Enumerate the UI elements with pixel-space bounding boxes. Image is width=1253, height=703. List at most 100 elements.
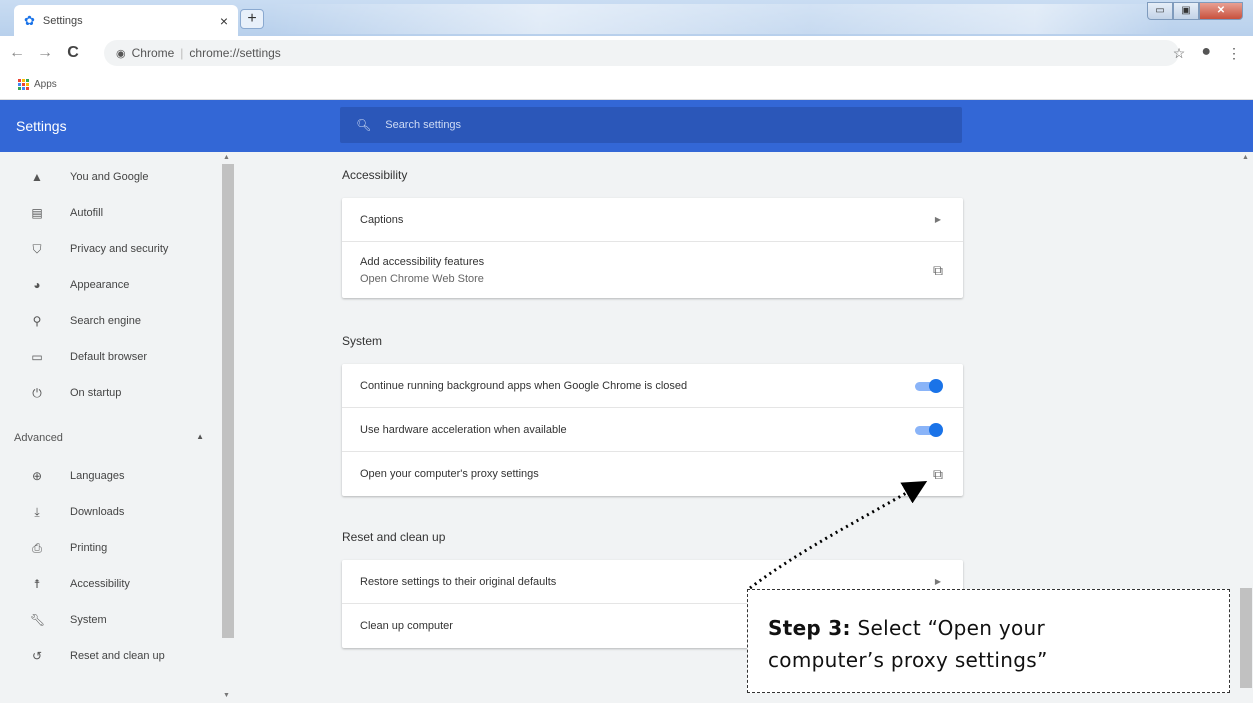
- sidebar-item-downloads[interactable]: ⤓ Downloads: [0, 497, 222, 527]
- sidebar-item-you-and-google[interactable]: ▲ You and Google: [0, 162, 222, 192]
- maximize-button[interactable]: ▣: [1173, 2, 1199, 20]
- section-title-system: System: [342, 334, 383, 348]
- sidebar-item-printing[interactable]: ⎙ Printing: [0, 533, 222, 563]
- step-text-line1: Select “Open your: [850, 616, 1046, 640]
- accessibility-card: Captions ▶ Add accessibility features Op…: [342, 198, 963, 298]
- sidebar-item-languages[interactable]: ⊕ Languages: [0, 461, 222, 491]
- main-scroll-thumb[interactable]: [1240, 588, 1252, 688]
- restore-defaults-label: Restore settings to their original defau…: [360, 575, 557, 588]
- address-bar[interactable]: ◉ Chrome | chrome://settings: [104, 40, 1179, 66]
- add-accessibility-features-row[interactable]: Add accessibility features Open Chrome W…: [342, 242, 963, 298]
- main-scrollbar[interactable]: ▲: [1239, 152, 1253, 703]
- tab-settings[interactable]: ✿ Settings ×: [14, 5, 238, 36]
- url-text: chrome://settings: [189, 46, 281, 60]
- background-apps-toggle[interactable]: [915, 378, 945, 393]
- sidebar-item-default-browser[interactable]: ▭ Default browser: [0, 342, 222, 372]
- add-features-text: Add accessibility features Open Chrome W…: [360, 256, 933, 285]
- power-icon: ⏻: [32, 385, 42, 400]
- step-callout: Step 3: Select “Open your computer’s pro…: [747, 589, 1230, 693]
- section-title-reset: Reset and clean up: [342, 530, 446, 544]
- sidebar-item-label: Autofill: [70, 207, 104, 219]
- address-separator: |: [180, 46, 184, 60]
- add-features-label: Add accessibility features: [360, 255, 485, 268]
- sidebar-item-label: On startup: [70, 387, 122, 399]
- sidebar-item-label: Printing: [70, 542, 108, 554]
- hardware-acceleration-row[interactable]: Use hardware acceleration when available: [342, 408, 963, 452]
- open-external-icon[interactable]: ⧉: [933, 466, 943, 483]
- system-card: Continue running background apps when Go…: [342, 364, 963, 496]
- search-placeholder: Search settings: [385, 119, 462, 131]
- add-features-sublabel: Open Chrome Web Store: [360, 272, 484, 285]
- sidebar-item-appearance[interactable]: ◕ Appearance: [0, 270, 222, 300]
- account-icon[interactable]: ●: [1201, 44, 1211, 62]
- person-icon: ▲: [31, 170, 43, 184]
- sidebar-item-search-engine[interactable]: ⚲ Search engine: [0, 306, 222, 336]
- chrome-icon: ◉: [116, 47, 126, 60]
- sidebar-scrollbar[interactable]: ▲ ▼: [221, 152, 235, 703]
- star-icon[interactable]: ☆: [1173, 45, 1186, 62]
- restore-icon: ↺: [31, 649, 43, 663]
- arrow-right-icon: ▶: [934, 215, 941, 224]
- sidebar-item-label: You and Google: [70, 171, 149, 183]
- new-tab-button[interactable]: +: [240, 9, 264, 29]
- close-window-button[interactable]: ✕: [1199, 2, 1243, 20]
- step-label: Step 3:: [768, 616, 851, 640]
- sidebar-item-label: Languages: [70, 470, 125, 482]
- toolbar-actions: ☆ ● ⋮: [1173, 44, 1241, 62]
- apps-icon[interactable]: [18, 79, 29, 90]
- open-external-icon: ⧉: [933, 261, 943, 278]
- sidebar-item-on-startup[interactable]: ⏻ On startup: [0, 378, 222, 408]
- clipboard-icon: ▤: [31, 206, 43, 220]
- search-icon: 🔍︎: [356, 118, 372, 132]
- advanced-toggle[interactable]: Advanced ▲: [14, 432, 204, 444]
- close-tab-icon[interactable]: ×: [220, 13, 228, 29]
- sidebar-item-accessibility[interactable]: ☨ Accessibility: [0, 569, 222, 599]
- sidebar-item-label: Default browser: [70, 351, 148, 363]
- shield-icon: ⛉: [32, 241, 42, 256]
- sidebar-item-autofill[interactable]: ▤ Autofill: [0, 198, 222, 228]
- site-chip: Chrome: [131, 46, 175, 60]
- step-text-line2: computer’s proxy settings”: [768, 648, 1048, 672]
- minimize-button[interactable]: ▭: [1147, 2, 1173, 20]
- hardware-acceleration-toggle[interactable]: [915, 422, 945, 437]
- sidebar-item-label: System: [70, 614, 107, 626]
- reload-icon[interactable]: C: [62, 44, 84, 62]
- palette-icon: ◕: [33, 278, 41, 292]
- download-icon: ⤓: [34, 504, 40, 519]
- title-bar: ✿ Settings × + ▭ ▣ ✕: [0, 0, 1253, 36]
- scroll-down-icon[interactable]: ▼: [223, 692, 230, 699]
- page-title: Settings: [16, 118, 67, 134]
- sidebar-item-system[interactable]: 🔧︎ System: [0, 605, 222, 635]
- tab-title: Settings: [42, 14, 83, 27]
- settings-header: Settings 🔍︎ Search settings: [0, 100, 1253, 152]
- sidebar-item-label: Downloads: [70, 506, 125, 518]
- browser-icon: ▭: [31, 350, 43, 364]
- search-settings-input[interactable]: 🔍︎ Search settings: [340, 107, 962, 143]
- forward-icon[interactable]: →: [34, 44, 56, 62]
- captions-row[interactable]: Captions ▶: [342, 198, 963, 242]
- sidebar-item-label: Reset and clean up: [70, 650, 165, 662]
- proxy-settings-label: Open your computer's proxy settings: [360, 468, 539, 480]
- gear-icon: ✿: [24, 12, 35, 28]
- sidebar-item-privacy[interactable]: ⛉ Privacy and security: [0, 234, 222, 264]
- apps-bookmark[interactable]: Apps: [34, 79, 57, 90]
- settings-sidebar: ▲ You and Google ▤ Autofill ⛉ Privacy an…: [0, 152, 222, 703]
- printer-icon: ⎙: [32, 540, 42, 555]
- sidebar-item-reset[interactable]: ↺ Reset and clean up: [0, 641, 222, 671]
- advanced-label: Advanced: [14, 432, 63, 444]
- background-apps-row[interactable]: Continue running background apps when Go…: [342, 364, 963, 408]
- back-icon[interactable]: ←: [6, 44, 28, 62]
- sidebar-item-label: Appearance: [70, 279, 130, 291]
- scroll-up-icon[interactable]: ▲: [223, 154, 230, 161]
- sidebar-item-label: Accessibility: [70, 578, 130, 590]
- more-vert-icon[interactable]: ⋮: [1227, 45, 1241, 62]
- sidebar-item-label: Search engine: [70, 315, 141, 327]
- browser-toolbar: ← → C ◉ Chrome | chrome://settings ☆ ● ⋮: [0, 36, 1253, 70]
- proxy-settings-row[interactable]: Open your computer's proxy settings ⧉: [342, 452, 963, 496]
- globe-icon: ⊕: [31, 469, 43, 483]
- arrow-right-icon: ▶: [934, 577, 941, 586]
- hardware-acceleration-label: Use hardware acceleration when available: [360, 423, 567, 436]
- scroll-up-icon[interactable]: ▲: [1242, 154, 1249, 161]
- sidebar-scroll-thumb[interactable]: [222, 164, 234, 638]
- section-title-accessibility: Accessibility: [342, 168, 408, 182]
